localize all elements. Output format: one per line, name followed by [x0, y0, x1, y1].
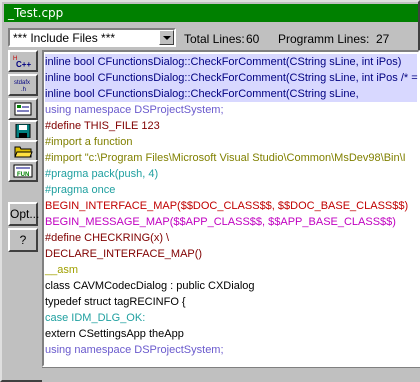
code-line: #pragma pack(push, 4)	[45, 168, 159, 180]
svg-text:stdafx: stdafx	[14, 80, 30, 86]
code-editor[interactable]: inline bool CFunctionsDialog::CheckForCo…	[42, 50, 420, 367]
code-line: DECLARE_INTERFACE_MAP()	[45, 248, 203, 260]
fun-icon: FUN	[13, 164, 33, 178]
cpp-icon: H C++	[13, 56, 31, 68]
programm-lines-value: 27	[376, 32, 390, 46]
code-line: BEGIN_MESSAGE_MAP($$APP_CLASS$$, $$APP_B…	[45, 216, 396, 228]
code-line: #pragma once	[45, 184, 116, 196]
options-button[interactable]: Opt...	[8, 202, 39, 226]
window-title: _Test.cpp	[8, 6, 64, 20]
main-window: _Test.cpp *** Include Files *** Total Li…	[0, 0, 420, 382]
total-lines-label: Total Lines:	[184, 32, 245, 46]
open-icon	[14, 146, 33, 158]
code-line: inline bool CFunctionsDialog::CheckForCo…	[45, 70, 418, 86]
code-line: extern CSettingsApp theApp	[45, 328, 184, 340]
code-line: class CAVMCodecDialog : public CXDialog	[45, 280, 255, 292]
new-button[interactable]	[8, 98, 38, 120]
save-button[interactable]	[8, 120, 38, 142]
fun-button[interactable]: FUN	[8, 160, 38, 182]
save-icon	[15, 124, 31, 138]
help-button[interactable]: ?	[8, 228, 38, 252]
include-files-combo[interactable]: *** Include Files ***	[8, 28, 176, 47]
stdafx-icon: stdafx .h	[14, 80, 30, 92]
code-line: #import "c:\Program Files\Microsoft Visu…	[45, 152, 406, 164]
code-line: case IDM_DLG_OK:	[45, 312, 146, 324]
code-line: __asm	[45, 264, 79, 276]
code-line: #import a function	[45, 136, 133, 148]
svg-text:.h: .h	[21, 87, 26, 92]
stdafx-button[interactable]: stdafx .h	[8, 74, 38, 96]
total-lines-value: 60	[246, 32, 260, 46]
horizontal-scrollbar[interactable]	[42, 367, 420, 382]
combo-value: *** Include Files ***	[13, 31, 116, 45]
chevron-down-icon[interactable]	[159, 30, 174, 45]
code-line: inline bool CFunctionsDialog::CheckForCo…	[45, 54, 417, 70]
programm-lines-label: Programm Lines:	[278, 32, 370, 46]
code-line: using namespace DSProjectSystem;	[45, 104, 224, 116]
code-line: using namespace DSProjectSystem;	[45, 344, 224, 356]
open-button[interactable]	[8, 140, 38, 162]
code-line: #define CHECKRING(x) \	[45, 232, 170, 244]
svg-text:FUN: FUN	[17, 172, 29, 178]
code-line: BEGIN_INTERFACE_MAP($$DOC_CLASS$$, $$DOC…	[45, 200, 409, 212]
title-bar[interactable]: _Test.cpp	[4, 4, 418, 22]
code-line: typedef struct tagRECINFO {	[45, 296, 186, 308]
new-icon	[14, 102, 32, 116]
code-line: #define THIS_FILE 123	[45, 120, 160, 132]
svg-text:C++: C++	[16, 60, 31, 68]
code-line: inline bool CFunctionsDialog::CheckForCo…	[45, 86, 417, 102]
cpp-button[interactable]: H C++	[8, 50, 38, 72]
